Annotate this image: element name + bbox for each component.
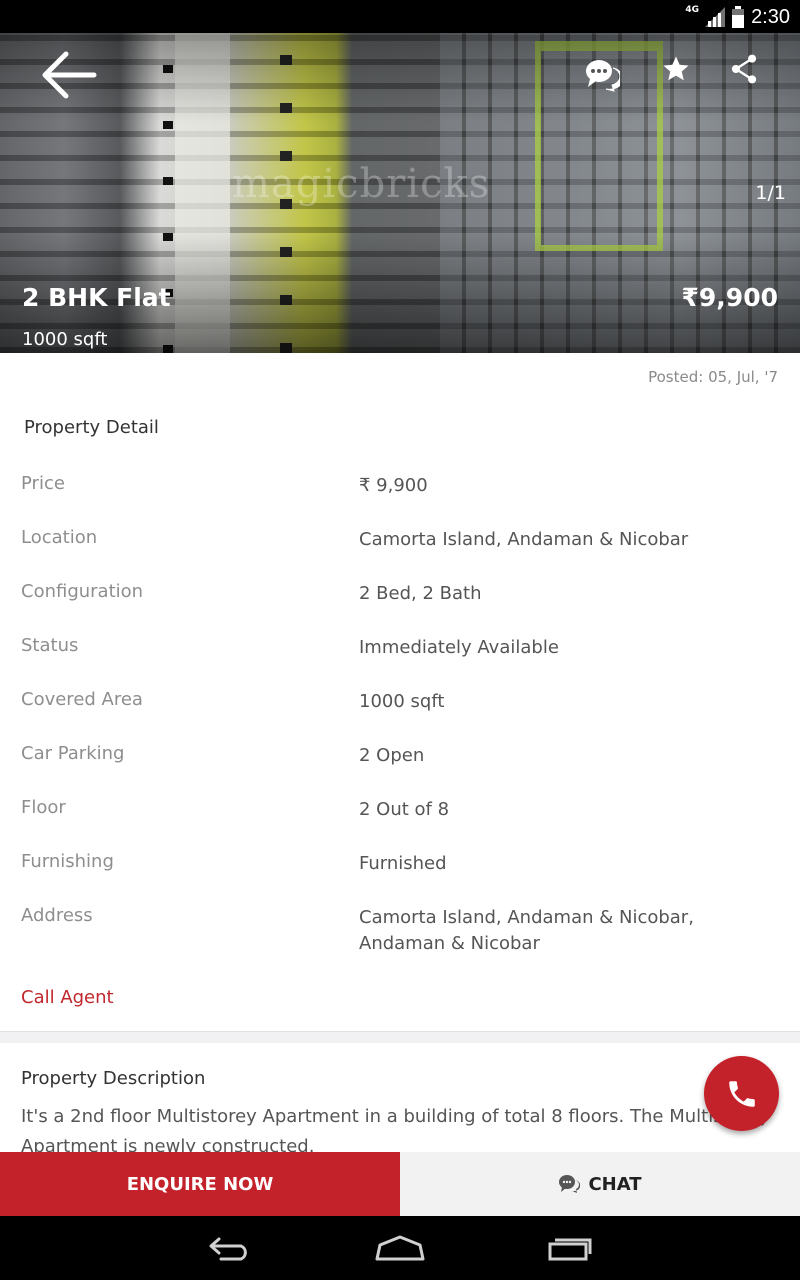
detail-value: 2 Bed, 2 Bath: [359, 583, 482, 604]
watermark: magicbricks: [232, 161, 491, 207]
enquire-now-button[interactable]: ENQUIRE NOW: [0, 1152, 400, 1216]
detail-label: Price: [21, 473, 65, 494]
battery-icon: [732, 6, 745, 28]
action-bar: ENQUIRE NOW CHAT: [0, 1152, 800, 1216]
phone-icon: [728, 1080, 755, 1107]
detail-value: Furnished: [359, 853, 447, 874]
detail-label: Address: [21, 905, 93, 926]
detail-value: ₹ 9,900: [359, 475, 428, 496]
section-divider: [0, 1031, 800, 1043]
call-agent-link[interactable]: Call Agent: [21, 987, 114, 1008]
nav-back-button[interactable]: [200, 1230, 260, 1266]
property-price: ₹9,900: [681, 283, 778, 312]
property-detail-heading: Property Detail: [24, 417, 159, 438]
back-button[interactable]: [34, 47, 102, 103]
network-type: 4G: [685, 5, 700, 15]
detail-value: 1000 sqft: [359, 691, 445, 712]
chat-action-label: CHAT: [588, 1173, 642, 1195]
status-icons: 4G 2:30: [685, 4, 790, 30]
detail-value: 2 Out of 8: [359, 799, 450, 820]
detail-label: Furnishing: [21, 851, 114, 872]
detail-label: Floor: [21, 797, 66, 818]
detail-value: Camorta Island, Andaman & Nicobar, Andam…: [359, 907, 694, 954]
call-fab-button[interactable]: [704, 1056, 779, 1131]
navigation-bar: [0, 1216, 800, 1280]
property-area: 1000 sqft: [22, 329, 108, 350]
nav-recents-button[interactable]: [540, 1230, 600, 1266]
property-photo[interactable]: magicbricks 1/1 2 BHK Flat 1000 sqft ₹9,…: [0, 33, 800, 353]
posted-date: Posted: 05, Jul, '7: [648, 368, 778, 386]
property-description-heading: Property Description: [21, 1068, 206, 1089]
recents-nav-icon: [548, 1238, 592, 1261]
share-button[interactable]: [722, 49, 766, 89]
star-icon: [663, 56, 689, 81]
property-title: 2 BHK Flat: [22, 283, 171, 312]
detail-label: Location: [21, 527, 98, 548]
photo-counter: 1/1: [755, 182, 786, 204]
detail-value: Camorta Island, Andaman & Nicobar: [359, 529, 689, 550]
enquire-now-label: ENQUIRE NOW: [126, 1173, 274, 1195]
property-description-text: It's a 2nd floor Multistorey Apartment i…: [21, 1106, 770, 1152]
share-icon: [731, 54, 757, 84]
detail-label: Configuration: [21, 581, 144, 602]
status-bar: 4G 2:30: [0, 0, 800, 33]
detail-value: 2 Open: [359, 745, 425, 766]
chat-action-button[interactable]: CHAT: [400, 1152, 800, 1216]
detail-label: Status: [21, 635, 79, 656]
chat-bubbles-icon: [586, 60, 620, 92]
chat-button[interactable]: [580, 55, 624, 95]
detail-label: Covered Area: [21, 689, 143, 710]
nav-home-button[interactable]: [370, 1230, 430, 1266]
signal-icon: [705, 7, 726, 27]
back-arrow-icon: [42, 51, 97, 99]
detail-value: Immediately Available: [359, 637, 559, 658]
back-nav-icon: [209, 1237, 247, 1261]
chat-icon: [559, 1175, 581, 1193]
home-nav-icon: [375, 1235, 425, 1261]
clock: 2:30: [751, 5, 790, 28]
detail-label: Car Parking: [21, 743, 125, 764]
favorite-button[interactable]: [655, 49, 697, 89]
